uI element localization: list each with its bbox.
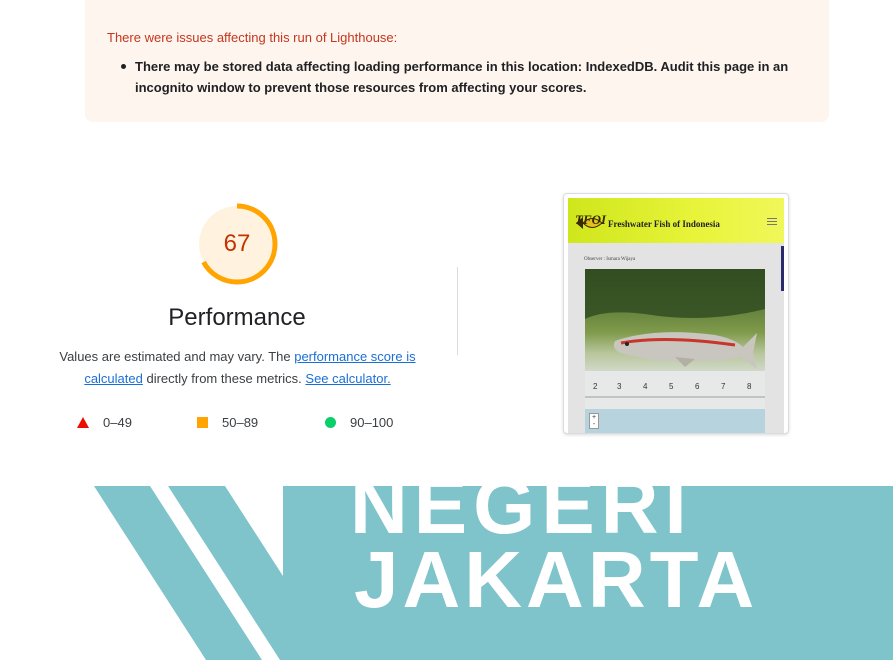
banner-line-1: NEGERI [350,461,693,550]
svg-text:6: 6 [695,382,700,391]
svg-text:5: 5 [669,382,674,391]
performance-score: 67 [223,230,251,257]
legend-item-average: 50–89 [197,413,258,431]
banner-line-2: JAKARTA [354,535,759,624]
performance-title: Performance [168,304,306,331]
observer-label: Observer : Ismara Wijaya [584,257,636,262]
final-screenshot[interactable]: TFOI Freshwater Fish of Indonesia Observ… [563,193,789,434]
square-icon [197,416,208,428]
site-header: TFOI Freshwater Fish of Indonesia [568,198,784,243]
fish-photo: 2 3 4 5 6 7 8 [585,269,765,409]
legend-range: 90–100 [350,414,394,430]
legend-item-pass: 90–100 [325,413,393,431]
site-title: Freshwater Fish of Indonesia [608,219,720,229]
zoom-control[interactable]: + - [589,413,599,429]
legend-range: 50–89 [222,414,259,430]
performance-description: Values are estimated and may vary. The p… [40,346,435,390]
zoom-out[interactable]: - [593,421,595,428]
logo-text: TFOI [575,212,607,227]
svg-text:4: 4 [643,382,648,391]
svg-text:2: 2 [593,382,598,391]
desc-middle: directly from these metrics. [142,371,306,386]
scrollbar [781,246,784,291]
triangle-icon [77,416,89,428]
svg-text:8: 8 [747,382,752,391]
fish-image: 2 3 4 5 6 7 8 [585,269,765,409]
screenshot-page: TFOI Freshwater Fish of Indonesia Observ… [568,198,784,433]
zoom-in[interactable]: + [592,414,596,421]
svg-text:3: 3 [617,382,622,391]
warning-item: There may be stored data affecting loadi… [121,56,805,98]
divider [457,267,458,355]
menu-icon [767,218,777,226]
legend-range: 0–49 [103,414,132,430]
see-calculator-link[interactable]: See calculator. [305,371,390,386]
legend-item-fail: 0–49 [77,413,132,431]
map-panel: + - [585,409,765,433]
circle-icon [325,416,336,428]
warning-title: There were issues affecting this run of … [107,30,398,45]
svg-text:7: 7 [721,382,726,391]
desc-prefix: Values are estimated and may vary. The [59,349,295,364]
lighthouse-warning: There were issues affecting this run of … [85,0,829,122]
